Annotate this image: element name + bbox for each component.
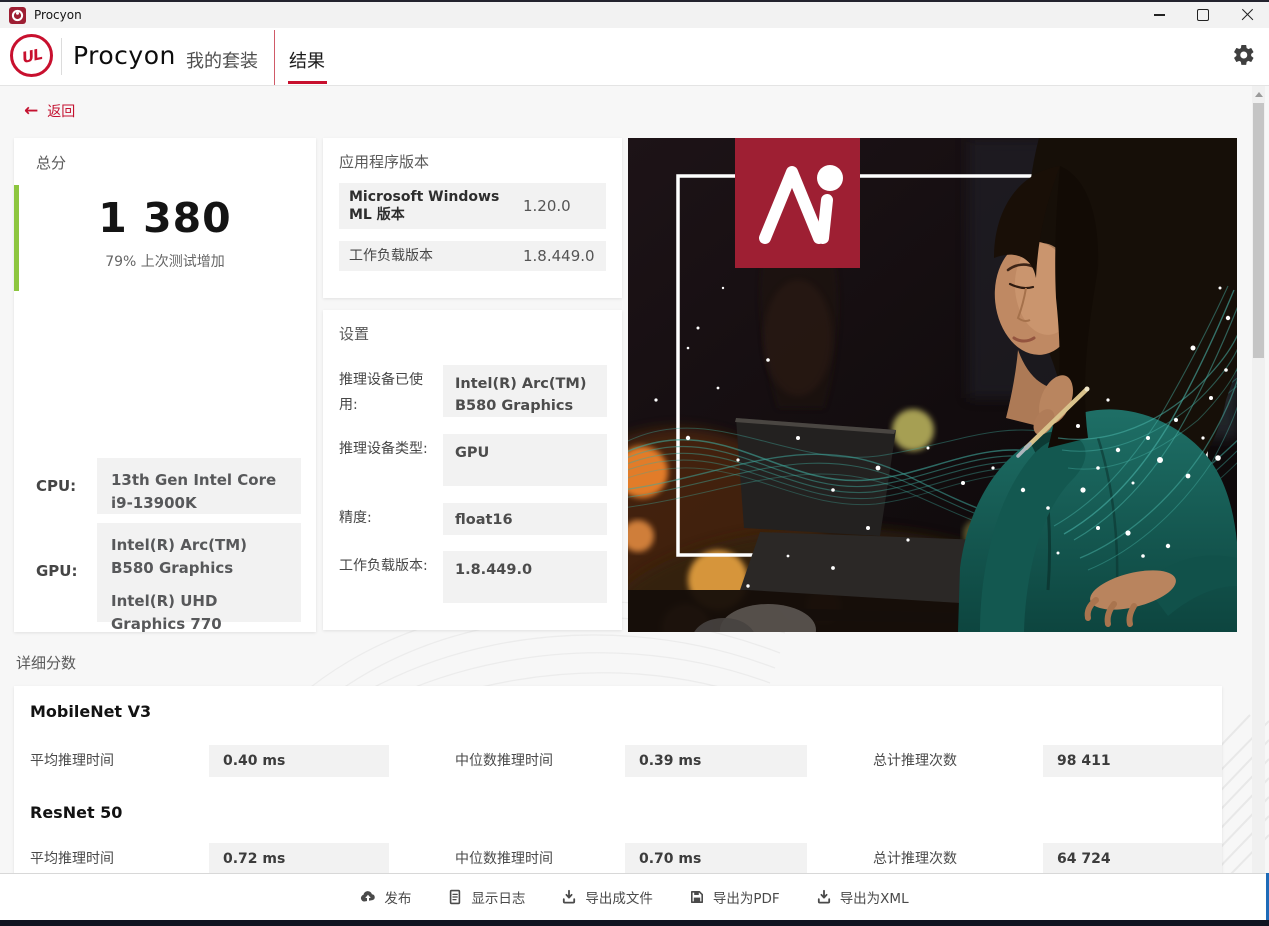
app-version-card: 应用程序版本 Microsoft Windows ML 版本 1.20.0 工作… bbox=[323, 138, 622, 298]
gpu-label: GPU: bbox=[36, 562, 78, 580]
setting-value: 1.8.449.0 bbox=[443, 551, 607, 603]
cloud-upload-icon bbox=[361, 891, 376, 902]
score-card-title: 总分 bbox=[36, 154, 67, 172]
metric-value: 0.70 ms bbox=[625, 843, 807, 875]
publish-button[interactable]: 发布 bbox=[360, 887, 411, 907]
button-label: 发布 bbox=[384, 891, 412, 907]
button-label: 显示日志 bbox=[471, 891, 526, 907]
document-icon bbox=[450, 889, 461, 905]
download-icon bbox=[563, 889, 576, 904]
footer-toolbar: 发布 显示日志 导出成文件 导出为PDF 导出为XML bbox=[0, 873, 1269, 920]
maximize-icon bbox=[1197, 9, 1209, 21]
row-value: 1.8.449.0 bbox=[523, 247, 595, 265]
overall-score-value: 1 380 bbox=[98, 194, 232, 242]
window-bottom-border bbox=[0, 920, 1269, 926]
metric-value: 0.72 ms bbox=[209, 843, 389, 875]
up-triangle-icon bbox=[1254, 91, 1263, 97]
benchmark-group-name: ResNet 50 bbox=[30, 803, 123, 822]
back-button[interactable]: ← 返回 bbox=[24, 101, 75, 121]
minimize-icon bbox=[1153, 14, 1165, 16]
window-title: Procyon bbox=[34, 8, 82, 22]
tab-separator bbox=[274, 30, 275, 85]
setting-label: 工作负载版本: bbox=[339, 558, 428, 574]
show-log-button[interactable]: 显示日志 bbox=[447, 887, 525, 907]
setting-label: 精度: bbox=[339, 510, 372, 526]
results-page: ← 返回 总分 1 380 79% 上次测试增加 CPU: 13th Gen I… bbox=[0, 85, 1269, 922]
export-xml-button[interactable]: 导出为XML bbox=[816, 887, 909, 907]
vertical-scrollbar[interactable] bbox=[1252, 85, 1265, 873]
metric-row: 平均推理时间 0.40 ms 中位数推理时间 0.39 ms 总计推理次数 98… bbox=[14, 745, 1222, 777]
gpu-line-1: Intel(R) Arc(TM) B580 Graphics bbox=[111, 536, 247, 577]
row-value: 1.20.0 bbox=[523, 197, 571, 215]
brand-divider bbox=[61, 38, 62, 75]
settings-gear-icon[interactable] bbox=[1232, 43, 1256, 67]
metric-label: 平均推理时间 bbox=[30, 753, 114, 769]
metric-label: 中位数推理时间 bbox=[455, 753, 553, 769]
metric-row: 平均推理时间 0.72 ms 中位数推理时间 0.70 ms 总计推理次数 64… bbox=[14, 843, 1222, 875]
gpu-line-2: Intel(R) UHD Graphics 770 bbox=[111, 592, 222, 633]
ul-logo-text: UL bbox=[19, 44, 44, 67]
setting-value: float16 bbox=[443, 503, 607, 535]
overall-score-card: 总分 1 380 79% 上次测试增加 CPU: 13th Gen Intel … bbox=[14, 138, 316, 633]
close-button[interactable] bbox=[1225, 2, 1269, 28]
export-pdf-button[interactable]: 导出为PDF bbox=[689, 887, 780, 907]
ai-logo-icon bbox=[759, 165, 843, 244]
back-arrow-icon: ← bbox=[24, 100, 39, 121]
minimize-button[interactable] bbox=[1137, 2, 1181, 28]
metric-value: 0.39 ms bbox=[625, 745, 807, 777]
metric-value: 64 724 bbox=[1043, 843, 1222, 875]
app-header: UL Procyon 我的套装 结果 bbox=[0, 28, 1269, 86]
metric-label: 总计推理次数 bbox=[873, 851, 957, 867]
button-label: 导出成文件 bbox=[585, 891, 653, 907]
cpu-value: 13th Gen Intel Core i9-13900K bbox=[97, 458, 301, 514]
cpu-label: CPU: bbox=[36, 477, 77, 495]
settings-title: 设置 bbox=[339, 325, 370, 343]
metric-label: 平均推理时间 bbox=[30, 851, 114, 867]
setting-value: GPU bbox=[443, 434, 607, 486]
export-file-button[interactable]: 导出成文件 bbox=[561, 887, 653, 907]
active-tab-underline bbox=[288, 81, 327, 84]
tab-my-suites[interactable]: 我的套装 bbox=[186, 47, 258, 73]
row-label: Microsoft Windows ML 版本 bbox=[349, 189, 500, 223]
metric-label: 中位数推理时间 bbox=[455, 851, 553, 867]
back-label: 返回 bbox=[47, 104, 76, 120]
setting-label: 推理设备已使用: bbox=[339, 372, 423, 413]
setting-value: Intel(R) Arc(TM) B580 Graphics bbox=[443, 365, 607, 417]
titlebar: Procyon bbox=[0, 0, 1269, 28]
procyon-window: Procyon UL Procyon 我的套装 结果 ← 返回 总分 1 380… bbox=[0, 0, 1269, 926]
window-controls bbox=[1137, 2, 1269, 28]
metric-value: 0.40 ms bbox=[209, 745, 389, 777]
scrollbar-up-arrow[interactable] bbox=[1252, 88, 1265, 100]
metric-value: 98 411 bbox=[1043, 745, 1222, 777]
setting-label: 推理设备类型: bbox=[339, 441, 428, 457]
tab-results[interactable]: 结果 bbox=[289, 47, 325, 73]
score-delta-text: 79% 上次测试增加 bbox=[105, 254, 225, 270]
close-icon bbox=[1241, 9, 1254, 22]
app-version-title: 应用程序版本 bbox=[339, 153, 430, 171]
button-label: 导出为PDF bbox=[712, 891, 780, 907]
download-icon bbox=[817, 889, 830, 904]
brand-name: Procyon bbox=[73, 41, 176, 70]
detail-scores-title: 详细分数 bbox=[16, 654, 77, 672]
gpu-value: Intel(R) Arc(TM) B580 Graphics Intel(R) … bbox=[97, 523, 301, 633]
benchmark-group-name: MobileNet V3 bbox=[30, 702, 152, 721]
workload-version-row: 工作负载版本 1.8.449.0 bbox=[339, 241, 606, 271]
hero-image bbox=[628, 138, 1237, 632]
scrollbar-thumb[interactable] bbox=[1253, 103, 1264, 358]
ul-logo[interactable]: UL bbox=[10, 34, 53, 77]
app-icon bbox=[9, 7, 26, 24]
app-version-row: Microsoft Windows ML 版本 1.20.0 bbox=[339, 183, 606, 229]
maximize-button[interactable] bbox=[1181, 2, 1225, 28]
row-label: 工作负载版本 bbox=[349, 248, 433, 264]
metric-label: 总计推理次数 bbox=[873, 753, 957, 769]
save-icon bbox=[690, 891, 703, 903]
ai-logo-badge bbox=[735, 138, 860, 268]
button-label: 导出为XML bbox=[839, 891, 909, 907]
settings-card: 设置 推理设备已使用: Intel(R) Arc(TM) B580 Graphi… bbox=[323, 310, 622, 630]
